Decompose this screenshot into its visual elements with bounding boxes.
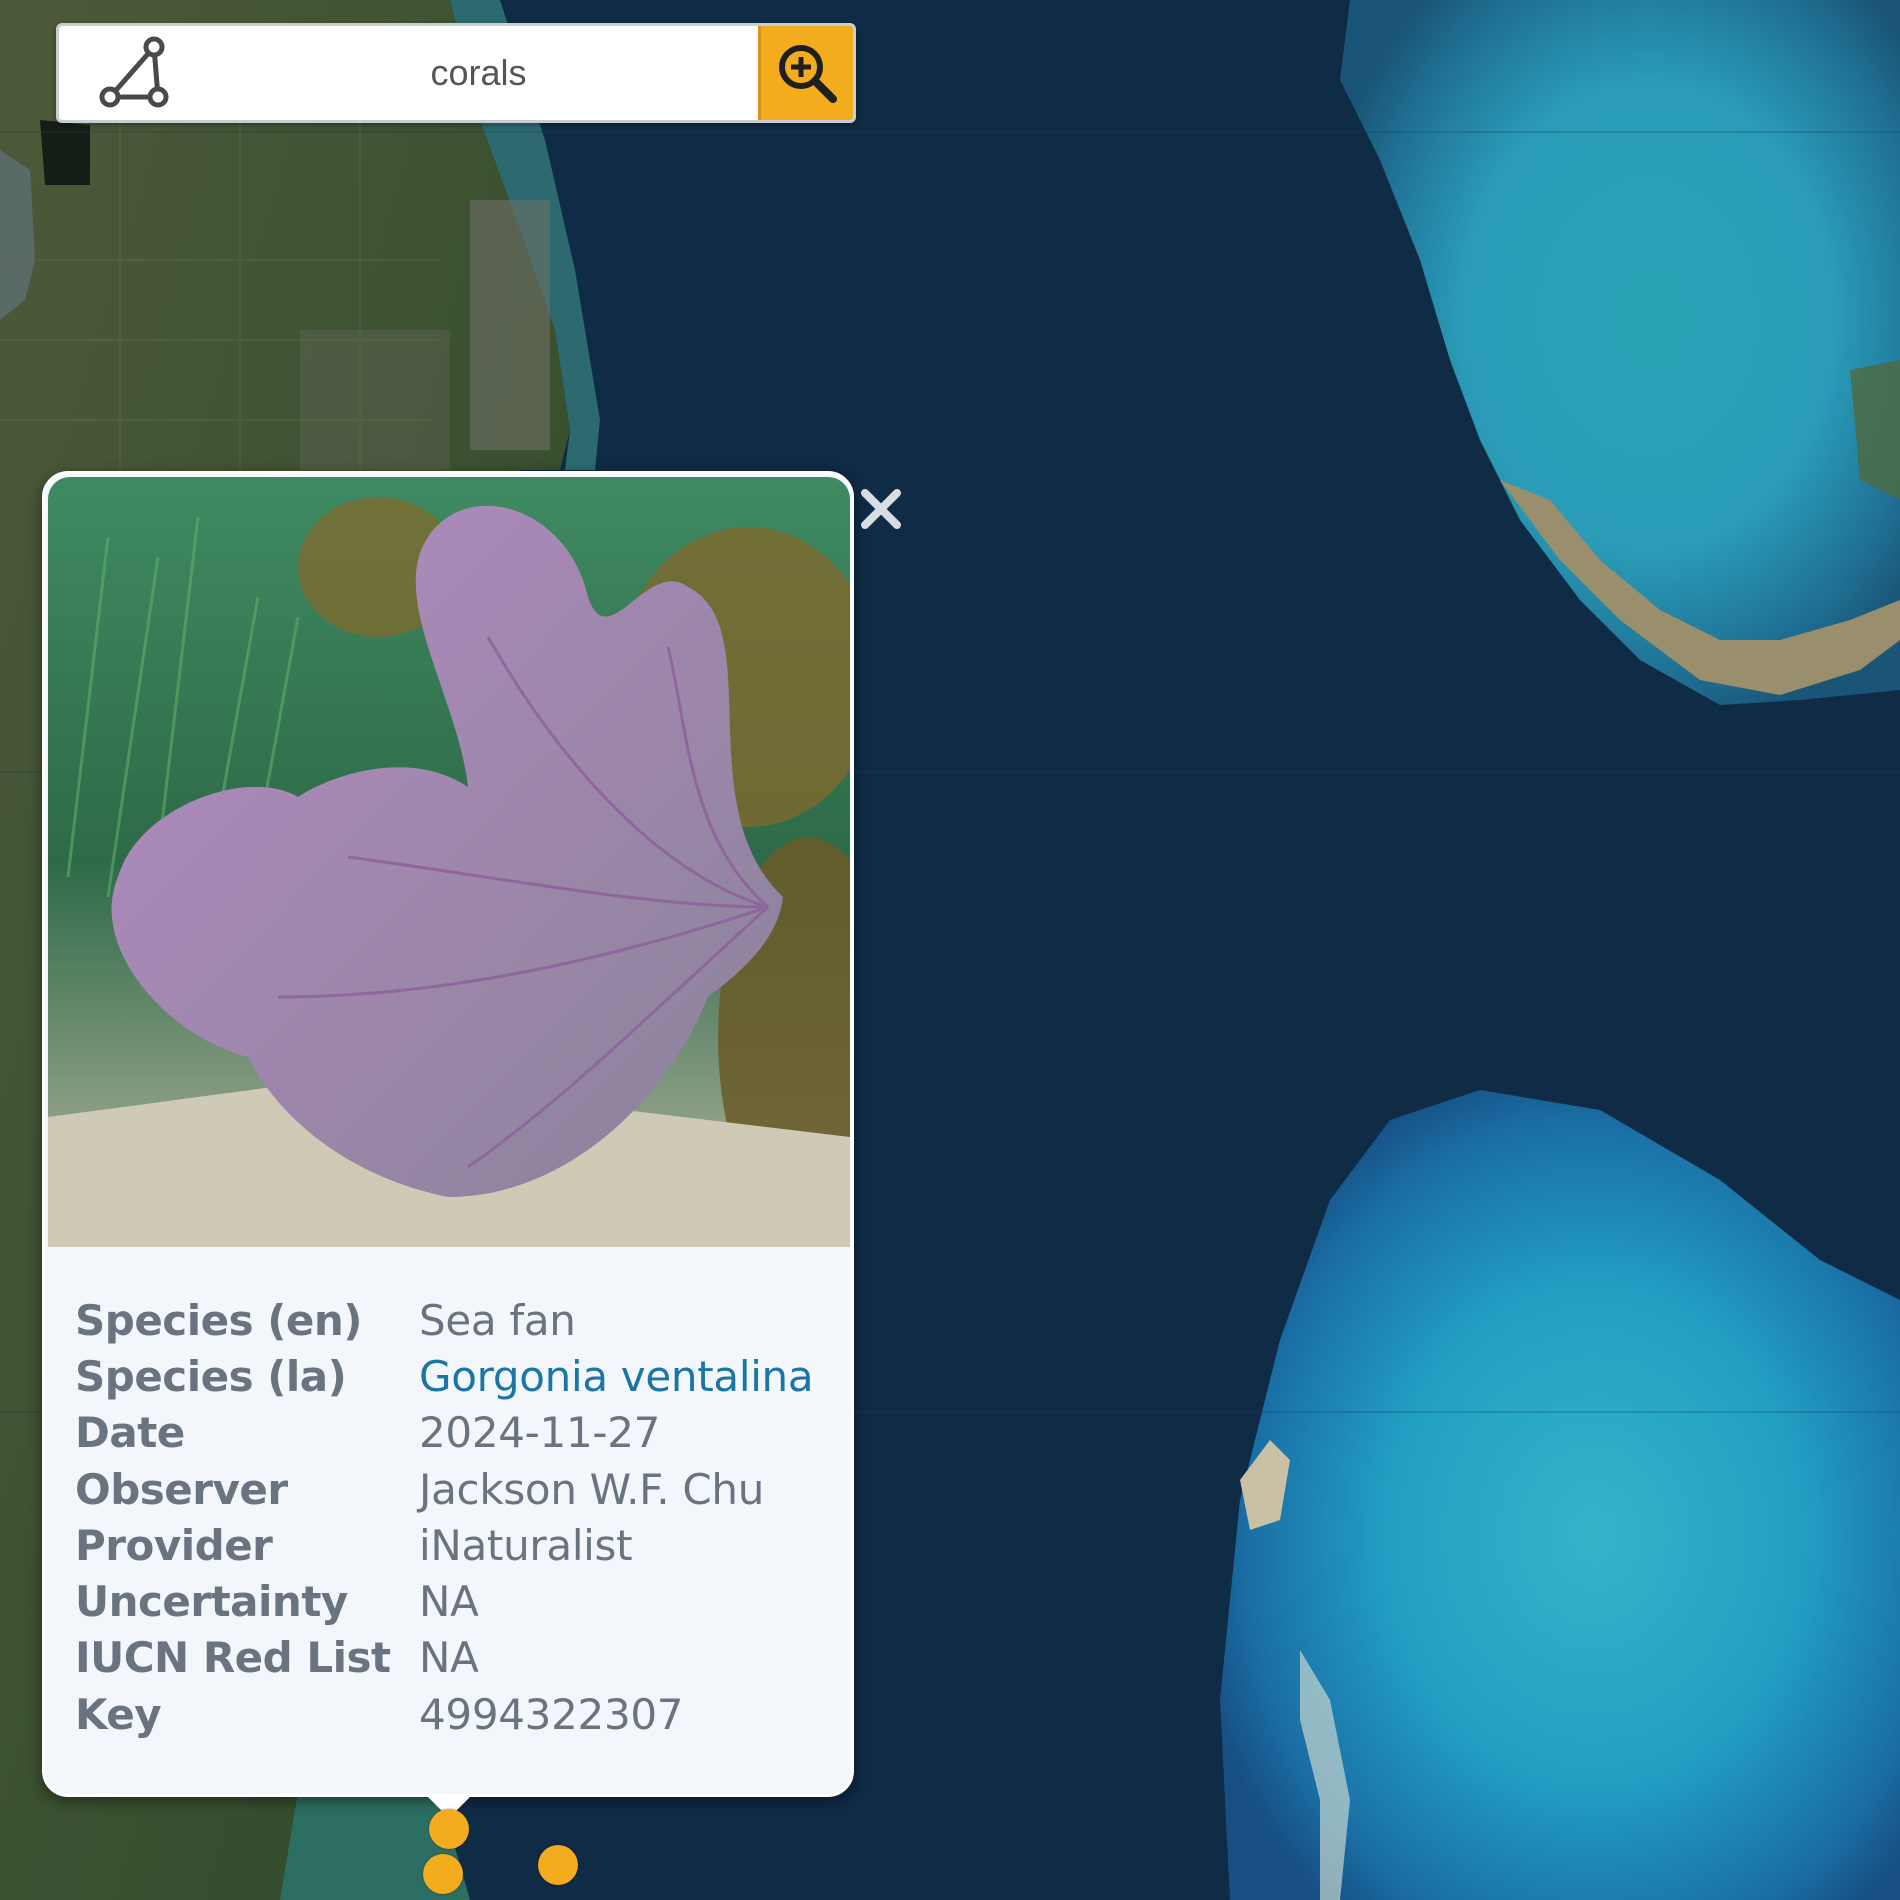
detail-row-uncertainty: Uncertainty NA	[75, 1573, 835, 1629]
occurrence-details: Species (en) Sea fan Species (la) Gorgon…	[75, 1292, 835, 1742]
detail-label: IUCN Red List	[75, 1633, 391, 1683]
zoom-in-search-icon	[779, 45, 837, 103]
detail-row-observer: Observer Jackson W.F. Chu	[75, 1461, 835, 1517]
detail-row-iucn: IUCN Red List NA	[75, 1630, 835, 1686]
detail-value: iNaturalist	[419, 1520, 633, 1570]
detail-value: NA	[419, 1633, 479, 1683]
detail-value: 2024-11-27	[419, 1408, 661, 1458]
detail-value: NA	[419, 1577, 479, 1627]
detail-label: Uncertainty	[75, 1577, 348, 1627]
draw-polygon-button[interactable]	[59, 26, 209, 120]
detail-label: Date	[75, 1408, 185, 1458]
detail-row-key: Key 4994322307	[75, 1686, 835, 1742]
detail-label: Observer	[75, 1464, 288, 1514]
detail-label: Species (la)	[75, 1351, 347, 1401]
occurrence-marker[interactable]	[423, 1854, 463, 1894]
detail-value: Sea fan	[419, 1295, 576, 1345]
occurrence-marker[interactable]	[429, 1809, 469, 1849]
search-bar	[56, 23, 856, 123]
occurrence-marker[interactable]	[538, 1845, 578, 1885]
close-icon	[861, 489, 901, 529]
search-button[interactable]	[758, 26, 853, 120]
species-photo	[48, 477, 850, 1247]
detail-row-species-la: Species (la) Gorgonia ventalina	[75, 1348, 835, 1404]
occurrence-popup: Species (en) Sea fan Species (la) Gorgon…	[42, 471, 854, 1797]
satellite-map[interactable]: Species (en) Sea fan Species (la) Gorgon…	[0, 0, 1900, 1900]
detail-row-date: Date 2024-11-27	[75, 1405, 835, 1461]
detail-row-species-en: Species (en) Sea fan	[75, 1292, 835, 1348]
detail-row-provider: Provider iNaturalist	[75, 1517, 835, 1573]
close-popup-button[interactable]	[856, 484, 906, 534]
detail-label: Species (en)	[75, 1295, 362, 1345]
detail-label: Key	[75, 1689, 162, 1739]
search-input[interactable]	[209, 26, 758, 120]
polygon-draw-icon	[99, 36, 169, 108]
detail-value: 4994322307	[419, 1689, 684, 1739]
detail-label: Provider	[75, 1520, 273, 1570]
detail-value: Jackson W.F. Chu	[419, 1464, 765, 1514]
species-latin-link[interactable]: Gorgonia ventalina	[419, 1352, 814, 1401]
